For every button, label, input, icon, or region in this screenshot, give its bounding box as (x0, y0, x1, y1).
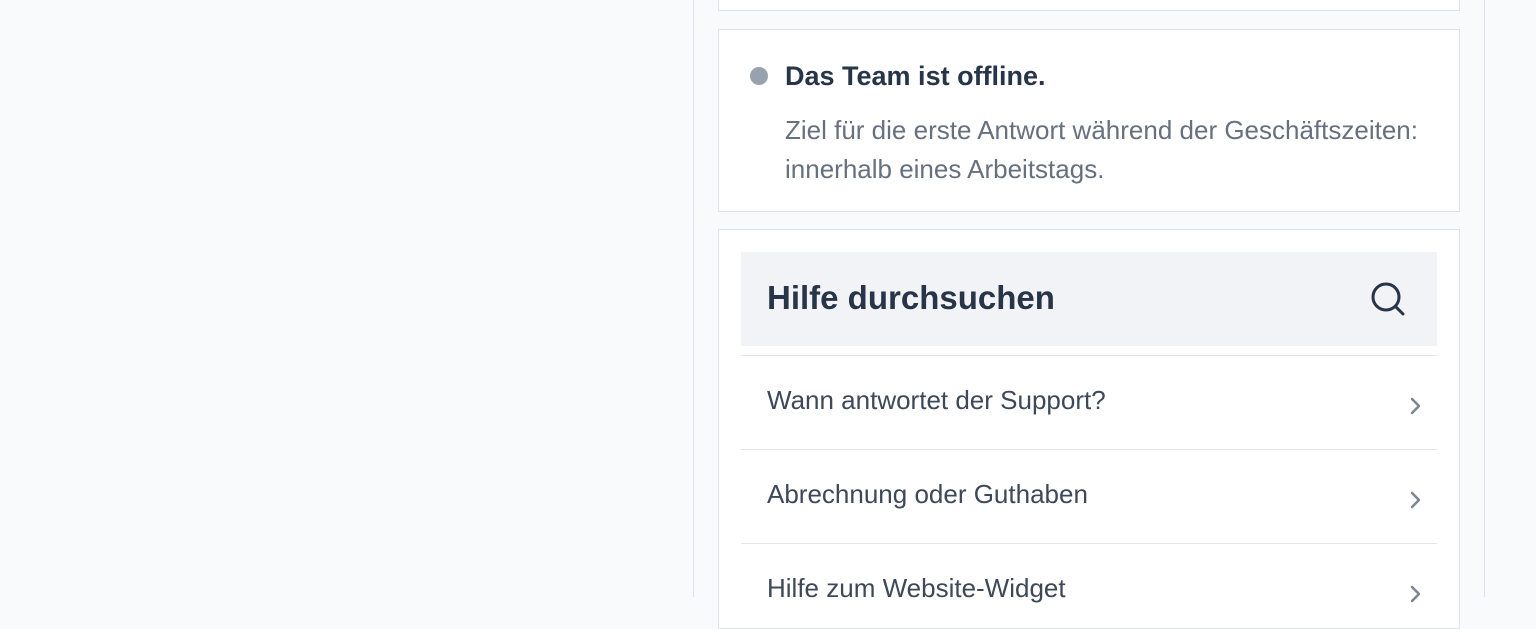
team-status-card: Das Team ist offline. Ziel für die erste… (718, 29, 1460, 212)
help-search-button[interactable]: Hilfe durchsuchen (741, 252, 1437, 346)
list-item-label: Hilfe zum Website-Widget (767, 573, 1066, 603)
status-title: Das Team ist offline. (785, 61, 1046, 91)
list-item-label: Abrechnung oder Guthaben (767, 479, 1088, 509)
status-description: Ziel für die erste Antwort während der G… (785, 115, 1418, 184)
previous-card (718, 0, 1460, 11)
help-article-list: Wann antwortet der Support? Abrechnung o… (741, 355, 1437, 628)
list-item-label: Wann antwortet der Support? (767, 385, 1106, 415)
list-item[interactable]: Abrechnung oder Guthaben (741, 450, 1437, 544)
chevron-right-icon (1410, 397, 1421, 415)
offline-status-dot (750, 67, 768, 85)
search-title: Hilfe durchsuchen (767, 279, 1055, 316)
chevron-right-icon (1410, 585, 1421, 603)
list-item[interactable]: Hilfe zum Website-Widget (741, 544, 1437, 628)
list-item[interactable]: Wann antwortet der Support? (741, 356, 1437, 450)
chevron-right-icon (1410, 491, 1421, 509)
search-icon (1371, 282, 1405, 316)
help-search-card: Hilfe durchsuchen Wann antwortet der Sup… (718, 229, 1460, 629)
